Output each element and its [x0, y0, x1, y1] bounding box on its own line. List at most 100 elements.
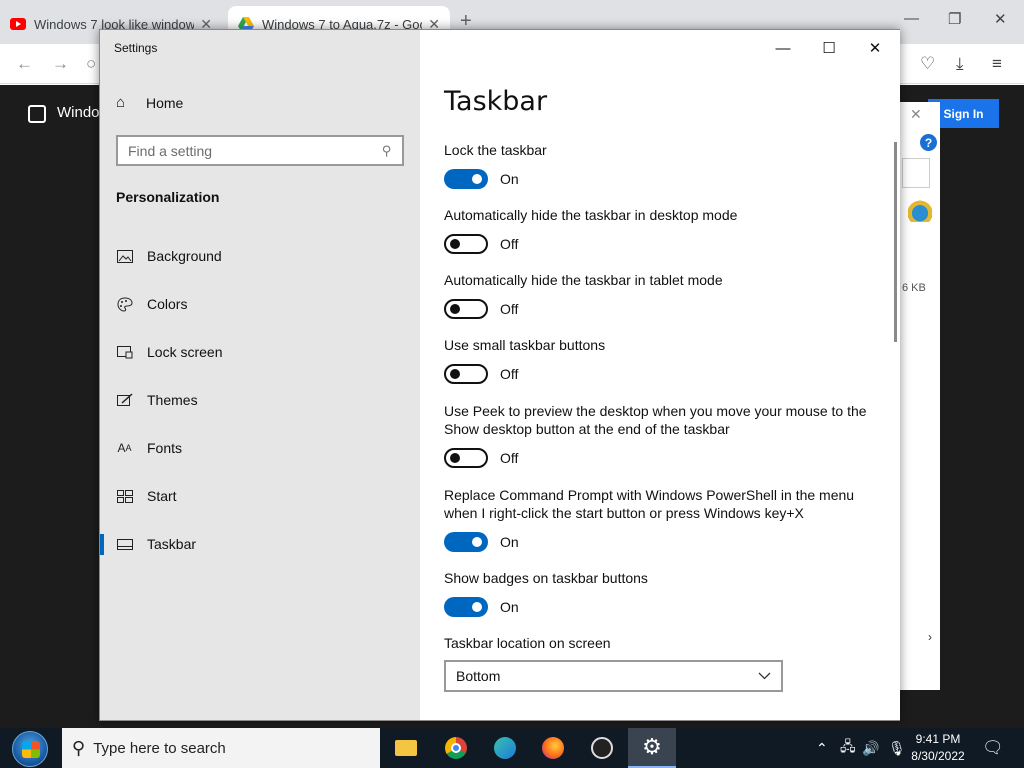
toggle-state: Off — [500, 236, 519, 252]
show-hidden-icons[interactable]: ⌃ — [816, 728, 828, 768]
home-icon: ⌂ — [116, 94, 126, 111]
downloads-icon[interactable]: ⤓ — [956, 54, 964, 74]
forward-icon[interactable]: → — [52, 54, 69, 74]
settings-gear-icon: ⚙ — [642, 734, 662, 759]
small-buttons-toggle[interactable] — [444, 364, 488, 384]
peek-toggle[interactable] — [444, 448, 488, 468]
autohide-desktop-toggle[interactable] — [444, 234, 488, 254]
network-tray[interactable]: 🖧 — [840, 728, 856, 768]
toggle-state: Off — [500, 366, 519, 382]
setting-label-badges: Show badges on taskbar buttons — [444, 570, 648, 586]
nav-item-start[interactable]: Start — [100, 478, 420, 514]
lock-screen-icon — [116, 345, 133, 359]
list-icon[interactable] — [28, 105, 46, 123]
obs-button[interactable] — [578, 728, 626, 768]
site-title: Windo — [57, 104, 100, 121]
toggle-state: Off — [500, 301, 519, 317]
nav-label: Fonts — [147, 440, 183, 456]
lock-taskbar-toggle[interactable] — [444, 169, 488, 189]
nav-label: Taskbar — [147, 536, 197, 552]
brush-icon — [116, 393, 133, 407]
file-explorer-button[interactable] — [382, 728, 430, 768]
browser-close-icon[interactable]: ✕ — [994, 10, 1007, 28]
browser-minimize-icon[interactable]: — — [904, 10, 919, 27]
toggle-knob — [450, 369, 460, 379]
toggle-knob — [450, 453, 460, 463]
toggle-state: On — [500, 599, 519, 615]
nav-label: Start — [147, 488, 177, 504]
find-setting-search[interactable]: ⚲ — [116, 135, 404, 166]
dialog-field[interactable] — [902, 158, 930, 188]
home-label: Home — [146, 94, 184, 111]
nav-label: Lock screen — [147, 344, 223, 360]
chevron-up-icon: ⌃ — [816, 739, 828, 756]
search-icon: ⚲ — [72, 737, 86, 758]
toggle-knob — [450, 239, 460, 249]
settings-app-button[interactable]: ⚙ — [628, 728, 676, 768]
toggle-knob — [472, 174, 482, 184]
close-icon[interactable]: ✕ — [910, 106, 922, 123]
maximize-icon[interactable]: ☐ — [806, 36, 852, 60]
microphone-icon: 🎙 — [888, 739, 906, 756]
menu-icon[interactable]: ≡ — [992, 54, 1002, 74]
start-button[interactable] — [12, 731, 48, 767]
edge-icon — [494, 737, 516, 759]
find-setting-input[interactable] — [128, 142, 383, 159]
nav-item-themes[interactable]: Themes — [100, 382, 420, 418]
clock[interactable]: 9:41 PM 8/30/2022 — [906, 731, 970, 765]
youtube-icon — [10, 18, 26, 30]
search-icon[interactable]: ⚲ — [382, 143, 392, 159]
minimize-icon[interactable]: — — [760, 36, 806, 60]
toggle-knob — [450, 304, 460, 314]
picture-icon — [116, 249, 133, 263]
start-tiles-icon — [116, 489, 133, 503]
toggle-row-badges: On — [444, 597, 519, 617]
notifications-icon[interactable]: 🗨 — [982, 738, 1004, 758]
setting-label-lock-taskbar: Lock the taskbar — [444, 142, 547, 158]
setting-label-autohide-desktop: Automatically hide the taskbar in deskto… — [444, 207, 738, 223]
setting-label-location: Taskbar location on screen — [444, 635, 611, 651]
window-title: Settings — [114, 41, 158, 55]
settings-nav-pane: Settings ⌂ Home ⚲ Personalization Backgr… — [100, 30, 420, 720]
palette-icon — [116, 296, 133, 312]
close-icon[interactable]: ✕ — [852, 36, 898, 60]
nav-item-lock-screen[interactable]: Lock screen — [100, 334, 420, 370]
pocket-icon[interactable]: ♡ — [920, 54, 935, 74]
settings-content-pane: — ☐ ✕ Taskbar Lock the taskbar On Automa… — [420, 30, 900, 720]
firefox-button[interactable] — [529, 728, 577, 768]
edge-button[interactable] — [481, 728, 529, 768]
taskbar-search[interactable]: ⚲ — [62, 728, 380, 768]
powershell-toggle[interactable] — [444, 532, 488, 552]
reload-icon[interactable]: ○ — [86, 54, 96, 74]
nav-item-taskbar[interactable]: Taskbar — [100, 526, 420, 562]
chrome-button[interactable] — [432, 728, 480, 768]
help-icon[interactable]: ? — [920, 134, 937, 151]
microphone-tray[interactable]: 🎙 — [888, 728, 906, 768]
page-title: Taskbar — [444, 86, 548, 117]
toggle-row-lock-taskbar: On — [444, 169, 519, 189]
dropdown-value: Bottom — [456, 668, 501, 684]
toggle-row-small-buttons: Off — [444, 364, 518, 384]
badges-toggle[interactable] — [444, 597, 488, 617]
taskbar-location-dropdown[interactable]: Bottom — [444, 660, 783, 692]
clock-time: 9:41 PM — [915, 732, 961, 746]
chevron-right-icon[interactable]: › — [928, 630, 932, 644]
windows-logo-icon — [22, 741, 40, 758]
browser-restore-icon[interactable]: ❐ — [948, 10, 961, 28]
autohide-tablet-toggle[interactable] — [444, 299, 488, 319]
toggle-row-autohide-tablet: Off — [444, 299, 518, 319]
nav-item-background[interactable]: Background — [100, 238, 420, 274]
setting-label-small-buttons: Use small taskbar buttons — [444, 337, 606, 353]
firefox-icon — [542, 737, 564, 759]
nav-item-fonts[interactable]: AA Fonts — [100, 430, 420, 466]
clock-date: 8/30/2022 — [911, 749, 965, 763]
volume-tray[interactable]: 🔊 — [862, 728, 879, 768]
setting-label-peek: Use Peek to preview the desktop when you… — [444, 403, 867, 437]
setting-label-powershell: Replace Command Prompt with Windows Powe… — [444, 487, 855, 521]
home-link[interactable]: ⌂ Home — [116, 94, 183, 111]
scrollbar[interactable] — [894, 142, 897, 342]
back-icon[interactable]: ← — [16, 54, 33, 74]
file-explorer-icon — [395, 740, 417, 756]
nav-item-colors[interactable]: Colors — [100, 286, 420, 322]
taskbar-search-input[interactable] — [93, 739, 344, 757]
